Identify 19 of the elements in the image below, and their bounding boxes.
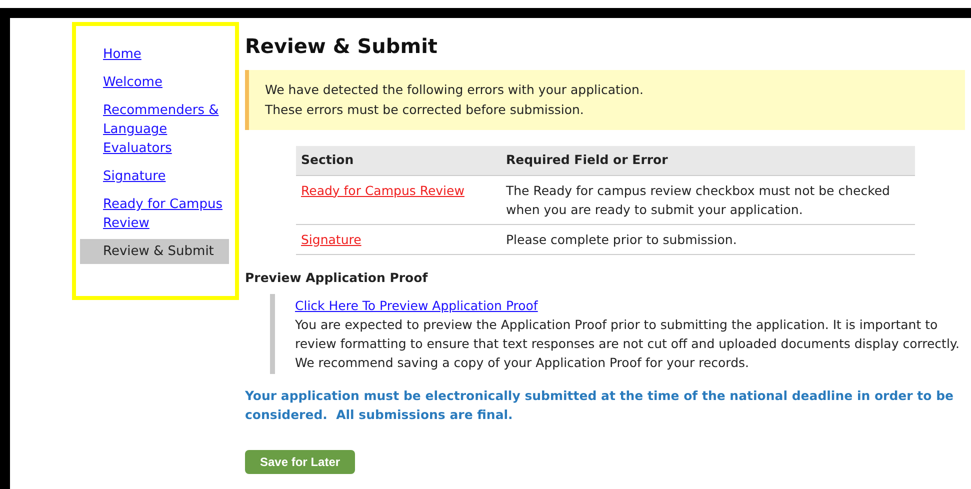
section-link[interactable]: Ready for Campus Review <box>301 182 464 198</box>
sidebar-link[interactable]: Recommenders & Language Evaluators <box>80 98 229 161</box>
page-title: Review & Submit <box>245 34 438 58</box>
alert-text: These errors must be corrected before submission. <box>265 101 585 119</box>
column-header: Section <box>296 146 501 176</box>
sidebar-item-active[interactable]: Review & Submit <box>80 239 229 264</box>
section-heading: Preview Application Proof <box>245 268 429 287</box>
sidebar-link[interactable]: Signature <box>80 164 229 189</box>
column-header: Required Field or Error <box>501 146 915 176</box>
sidebar-link[interactable]: Home <box>80 42 229 67</box>
sidebar-link[interactable]: Ready for Campus Review <box>80 192 229 236</box>
section-link[interactable]: Signature <box>301 232 362 247</box>
error-cell: The Ready for campus review checkbox must not be checked when you are ready to submit your application. <box>501 175 915 224</box>
error-cell: Please complete prior to submission. <box>501 224 915 254</box>
deadline-notice: Your application must be electronically submitted at the time of the national deadline in order to be considered. All submissions are final. <box>245 386 955 424</box>
preview-text: You are expected to preview the Application Proof prior to submitting the application. It is important to review formatting to ensure that text responses are not cut off and uploaded documents display correctly. We recommend saving a copy of your Application Proof for your records. <box>295 316 961 372</box>
sidebar-link[interactable]: Welcome <box>80 70 229 95</box>
preview-link[interactable]: Click Here To Preview Application Proof <box>295 298 538 312</box>
alert-text: We have detected the following errors with your application. <box>265 81 644 99</box>
